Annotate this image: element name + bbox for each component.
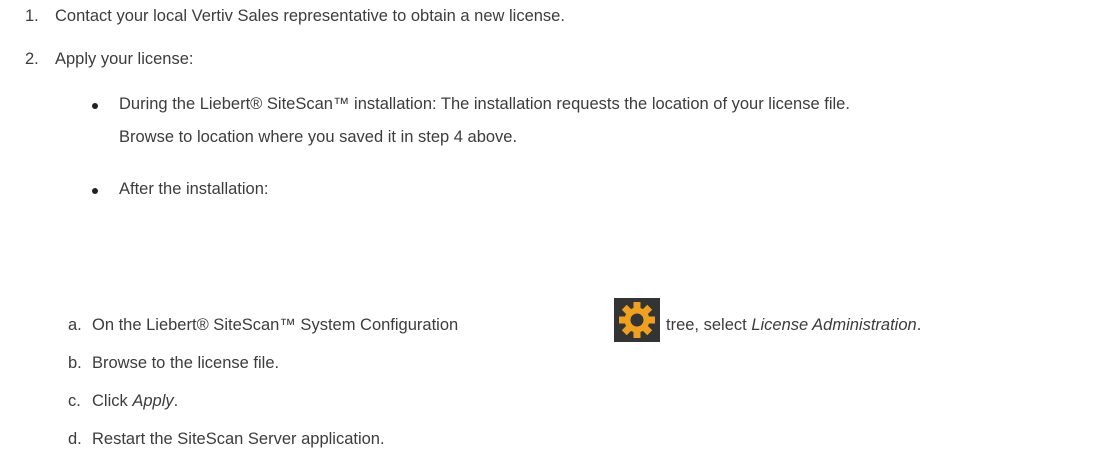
substep-c-letter: c. bbox=[68, 392, 81, 410]
step-1-text: Contact your local Vertiv Sales represen… bbox=[55, 7, 565, 25]
document-body: 1. Contact your local Vertiv Sales repre… bbox=[0, 0, 1099, 448]
bullet-1-line-2: Browse to location where you saved it in… bbox=[119, 128, 518, 146]
substep-a-end: . bbox=[916, 316, 922, 334]
bullet-1-line-1: During the Liebert® SiteScan™ installati… bbox=[119, 95, 850, 113]
bullet-2-text: After the installation: bbox=[119, 180, 269, 198]
step-2-text: Apply your license: bbox=[55, 50, 194, 68]
license-administration-emphasis: License Administration bbox=[751, 316, 917, 334]
bullet-marker bbox=[92, 188, 98, 194]
step-1-number: 1. bbox=[25, 7, 39, 25]
substep-a-letter: a. bbox=[68, 316, 82, 334]
substep-c-text: Click Apply. bbox=[92, 391, 178, 411]
step-2-number: 2. bbox=[25, 50, 39, 68]
substep-a-lead: On the Liebert® SiteScan™ System Configu… bbox=[92, 316, 459, 334]
substep-a-tail: tree, select License Administration. bbox=[666, 315, 921, 335]
substep-c-prefix: Click bbox=[92, 392, 128, 410]
substep-b-text: Browse to the license file. bbox=[92, 354, 280, 372]
substep-d-text: Restart the SiteScan Server application. bbox=[92, 430, 385, 448]
substep-d-letter: d. bbox=[68, 430, 82, 448]
apply-emphasis: Apply bbox=[132, 392, 174, 410]
substep-b-letter: b. bbox=[68, 354, 82, 372]
bullet-marker bbox=[92, 103, 98, 109]
substep-a-text: On the Liebert® SiteScan™ System Configu… bbox=[92, 315, 458, 335]
gear-icon bbox=[619, 302, 655, 338]
substep-a-after-icon: tree, select bbox=[666, 316, 747, 334]
substep-c-end: . bbox=[173, 392, 179, 410]
system-configuration-gear-icon bbox=[614, 298, 660, 342]
